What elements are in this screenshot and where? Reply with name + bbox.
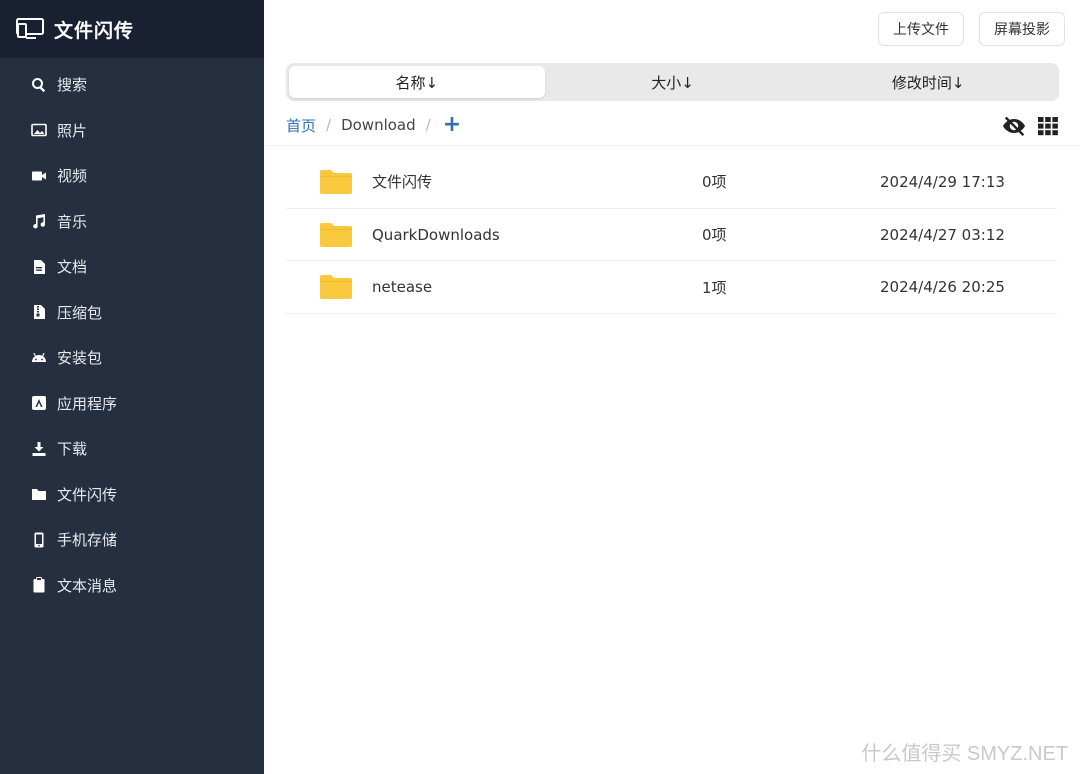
sidebar-item-text-messages[interactable]: 文本消息 bbox=[0, 563, 264, 609]
file-modified-date: 2024/4/29 17:13 bbox=[880, 172, 1005, 191]
header-divider bbox=[264, 145, 1080, 146]
sidebar-nav: 搜索 照片 视频 音乐 文档 压缩包 安装包 应用程序 下载 文件闪传 手机存储… bbox=[0, 58, 264, 608]
sort-by-name-tab[interactable]: 名称↓ bbox=[289, 66, 545, 98]
sidebar: 文件闪传 搜索 照片 视频 音乐 文档 压缩包 安装包 应用程序 下载 文件闪传… bbox=[0, 0, 264, 774]
file-row[interactable]: netease 1项 2024/4/26 20:25 bbox=[286, 261, 1057, 315]
sidebar-item-label: 安装包 bbox=[57, 349, 103, 368]
breadcrumb-current[interactable]: Download bbox=[341, 116, 416, 134]
sidebar-item-label: 手机存储 bbox=[57, 531, 118, 550]
archive-icon bbox=[30, 303, 48, 321]
file-row[interactable]: 文件闪传 0项 2024/4/29 17:13 bbox=[286, 156, 1057, 209]
sort-by-modified-tab[interactable]: 修改时间↓ bbox=[800, 66, 1056, 98]
app-header: 文件闪传 bbox=[0, 0, 264, 58]
sidebar-item-file-transfer[interactable]: 文件闪传 bbox=[0, 472, 264, 518]
clipboard-icon bbox=[30, 576, 48, 594]
top-actions: 上传文件 屏幕投影 bbox=[878, 12, 1065, 46]
file-list: 文件闪传 0项 2024/4/29 17:13 QuarkDownloads 0… bbox=[286, 156, 1057, 315]
new-folder-button[interactable]: + bbox=[443, 114, 461, 136]
file-name: QuarkDownloads bbox=[372, 225, 500, 244]
file-name: netease bbox=[372, 278, 433, 297]
sidebar-item-label: 压缩包 bbox=[57, 303, 103, 322]
folder-icon bbox=[320, 169, 352, 194]
sidebar-item-label: 视频 bbox=[57, 167, 88, 186]
sidebar-item-label: 文件闪传 bbox=[57, 485, 118, 504]
breadcrumb: 首页 / Download / + bbox=[286, 114, 461, 136]
sidebar-item-archives[interactable]: 压缩包 bbox=[0, 290, 264, 336]
search-icon bbox=[30, 76, 48, 94]
file-item-count: 1项 bbox=[702, 278, 727, 297]
file-row[interactable]: QuarkDownloads 0项 2024/4/27 03:12 bbox=[286, 209, 1057, 262]
sidebar-item-documents[interactable]: 文档 bbox=[0, 244, 264, 290]
android-icon bbox=[30, 349, 48, 367]
sidebar-item-label: 应用程序 bbox=[57, 394, 118, 413]
sidebar-item-installers[interactable]: 安装包 bbox=[0, 335, 264, 381]
sort-bar: 名称↓ 大小↓ 修改时间↓ bbox=[286, 63, 1059, 101]
sidebar-item-label: 文本消息 bbox=[57, 576, 118, 595]
folder-icon bbox=[320, 222, 352, 247]
sidebar-item-label: 下载 bbox=[57, 440, 88, 459]
devices-icon bbox=[16, 18, 44, 39]
view-options bbox=[1002, 115, 1060, 137]
folder-icon bbox=[30, 485, 48, 503]
app-store-icon bbox=[30, 394, 48, 412]
file-item-count: 0项 bbox=[702, 226, 727, 245]
sidebar-item-label: 文档 bbox=[57, 258, 88, 277]
music-icon bbox=[30, 212, 48, 230]
sidebar-item-search[interactable]: 搜索 bbox=[0, 62, 264, 108]
sidebar-item-label: 音乐 bbox=[57, 212, 88, 231]
sidebar-item-label: 照片 bbox=[57, 121, 88, 140]
breadcrumb-separator: / bbox=[326, 116, 332, 134]
photo-icon bbox=[30, 121, 48, 139]
sidebar-item-music[interactable]: 音乐 bbox=[0, 199, 264, 245]
sidebar-item-downloads[interactable]: 下载 bbox=[0, 426, 264, 472]
sidebar-item-label: 搜索 bbox=[57, 76, 88, 95]
hide-hidden-files-icon[interactable] bbox=[1002, 115, 1026, 137]
watermark: 什么值得买 SMYZ.NET bbox=[861, 743, 1068, 765]
breadcrumb-separator: / bbox=[425, 116, 431, 134]
upload-file-button[interactable]: 上传文件 bbox=[878, 12, 964, 46]
main-panel: 上传文件 屏幕投影 名称↓ 大小↓ 修改时间↓ 首页 / Download / … bbox=[264, 0, 1080, 774]
download-icon bbox=[30, 440, 48, 458]
sidebar-item-phone-storage[interactable]: 手机存储 bbox=[0, 517, 264, 563]
file-name: 文件闪传 bbox=[372, 173, 433, 192]
file-modified-date: 2024/4/26 20:25 bbox=[880, 278, 1005, 297]
app-title: 文件闪传 bbox=[54, 19, 135, 42]
video-icon bbox=[30, 167, 48, 185]
sidebar-item-videos[interactable]: 视频 bbox=[0, 153, 264, 199]
screen-cast-button[interactable]: 屏幕投影 bbox=[979, 12, 1065, 46]
phone-icon bbox=[30, 531, 48, 549]
sidebar-item-photos[interactable]: 照片 bbox=[0, 108, 264, 154]
document-icon bbox=[30, 258, 48, 276]
sort-by-size-tab[interactable]: 大小↓ bbox=[545, 66, 801, 98]
grid-view-icon[interactable] bbox=[1036, 115, 1060, 137]
sidebar-item-applications[interactable]: 应用程序 bbox=[0, 381, 264, 427]
file-modified-date: 2024/4/27 03:12 bbox=[880, 225, 1005, 244]
file-item-count: 0项 bbox=[702, 173, 727, 192]
folder-icon bbox=[320, 275, 352, 300]
breadcrumb-home-link[interactable]: 首页 bbox=[286, 115, 316, 136]
